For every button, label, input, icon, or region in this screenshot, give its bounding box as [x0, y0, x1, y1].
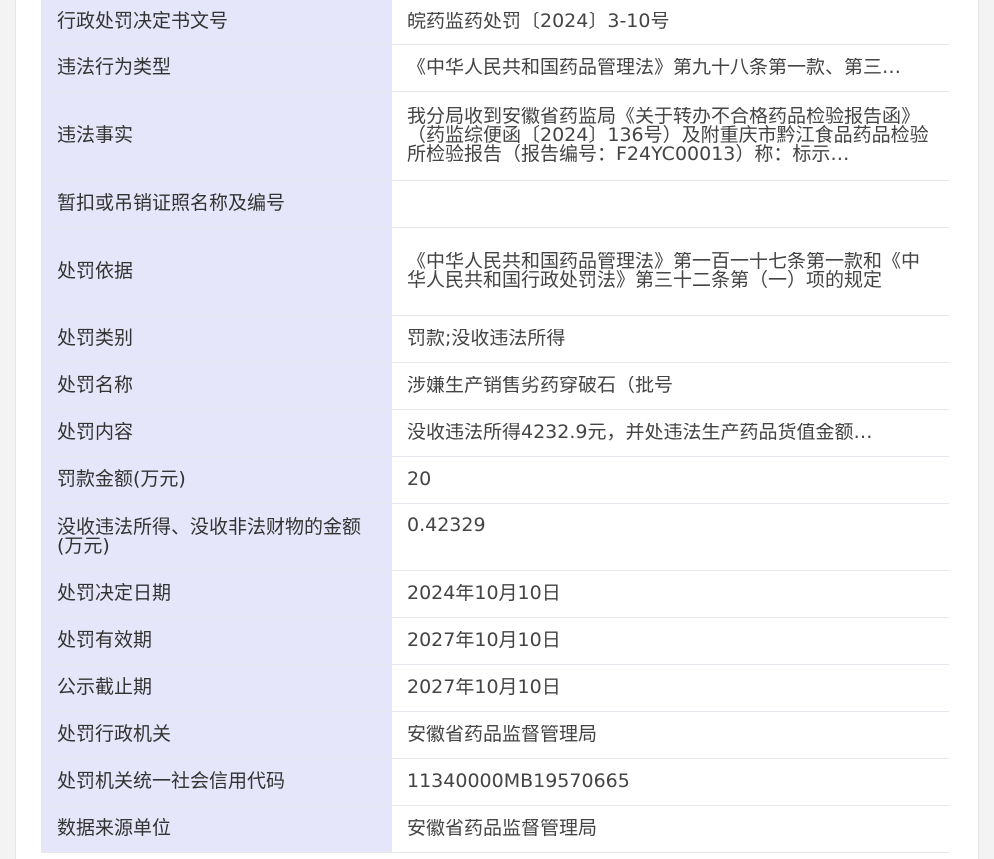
row-value: 0.42329 [392, 503, 949, 571]
table-row: 处罚类别 罚款;没收违法所得 [41, 315, 949, 363]
row-value: 20 [392, 456, 949, 504]
row-value [392, 180, 949, 228]
row-label: 处罚名称 [41, 362, 392, 410]
row-value: 2024年10月10日 [392, 570, 949, 618]
row-label: 没收违法所得、没收非法财物的金额(万元) [41, 503, 392, 571]
table-row: 处罚有效期 2027年10月10日 [41, 617, 949, 665]
table-row: 处罚行政机关 安徽省药品监督管理局 [41, 711, 949, 759]
row-label: 处罚机关统一社会信用代码 [41, 758, 392, 806]
table-row: 处罚内容 没收违法所得4232.9元，并处违法生产药品货值金额… [41, 409, 949, 457]
row-label: 公示截止期 [41, 664, 392, 712]
row-value: 皖药监药处罚〔2024〕3-10号 [392, 0, 949, 45]
row-label: 处罚依据 [41, 227, 392, 316]
row-value: 2027年10月10日 [392, 617, 949, 665]
row-value: 我分局收到安徽省药监局《关于转办不合格药品检验报告函》（药监综便函〔2024〕1… [392, 91, 949, 181]
row-value: 安徽省药品监督管理局 [392, 805, 949, 853]
table-row: 违法行为类型 《中华人民共和国药品管理法》第九十八条第一款、第三… [41, 44, 949, 92]
row-label: 罚款金额(万元) [41, 456, 392, 504]
table-row: 公示截止期 2027年10月10日 [41, 664, 949, 712]
table-row: 没收违法所得、没收非法财物的金额(万元) 0.42329 [41, 503, 949, 571]
table-row: 违法事实 我分局收到安徽省药监局《关于转办不合格药品检验报告函》（药监综便函〔2… [41, 91, 949, 181]
table-row: 行政处罚决定书文号 皖药监药处罚〔2024〕3-10号 [41, 0, 949, 45]
row-value: 《中华人民共和国药品管理法》第九十八条第一款、第三… [392, 44, 949, 92]
row-value: 2027年10月10日 [392, 664, 949, 712]
row-value: 《中华人民共和国药品管理法》第一百一十七条第一款和《中华人民共和国行政处罚法》第… [392, 227, 949, 316]
table-row: 暂扣或吊销证照名称及编号 [41, 180, 949, 228]
row-label: 处罚有效期 [41, 617, 392, 665]
row-value: 安徽省药品监督管理局 [392, 711, 949, 759]
table-row: 处罚名称 涉嫌生产销售劣药穿破石（批号 [41, 362, 949, 410]
row-label: 处罚内容 [41, 409, 392, 457]
row-label: 暂扣或吊销证照名称及编号 [41, 180, 392, 228]
penalty-detail-table: 行政处罚决定书文号 皖药监药处罚〔2024〕3-10号 违法行为类型 《中华人民… [41, 0, 949, 853]
row-label: 处罚行政机关 [41, 711, 392, 759]
table-row: 处罚决定日期 2024年10月10日 [41, 570, 949, 618]
row-value: 罚款;没收违法所得 [392, 315, 949, 363]
row-label: 数据来源单位 [41, 805, 392, 853]
table-row: 罚款金额(万元) 20 [41, 456, 949, 504]
row-value: 11340000MB19570665 [392, 758, 949, 806]
row-label: 处罚决定日期 [41, 570, 392, 618]
row-value: 涉嫌生产销售劣药穿破石（批号 [392, 362, 949, 410]
row-value: 没收违法所得4232.9元，并处违法生产药品货值金额… [392, 409, 949, 457]
table-row: 数据来源单位 安徽省药品监督管理局 [41, 805, 949, 853]
row-label: 行政处罚决定书文号 [41, 0, 392, 45]
table-row: 处罚机关统一社会信用代码 11340000MB19570665 [41, 758, 949, 806]
row-label: 违法行为类型 [41, 44, 392, 92]
row-label: 违法事实 [41, 91, 392, 181]
row-label: 处罚类别 [41, 315, 392, 363]
table-row: 处罚依据 《中华人民共和国药品管理法》第一百一十七条第一款和《中华人民共和国行政… [41, 227, 949, 316]
